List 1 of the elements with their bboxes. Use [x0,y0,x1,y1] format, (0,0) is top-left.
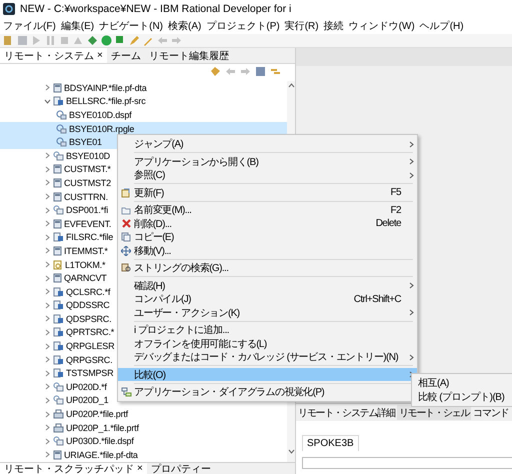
window-title: NEW - C:¥workspace¥NEW - IBM Rational Developer for i [20,3,292,15]
